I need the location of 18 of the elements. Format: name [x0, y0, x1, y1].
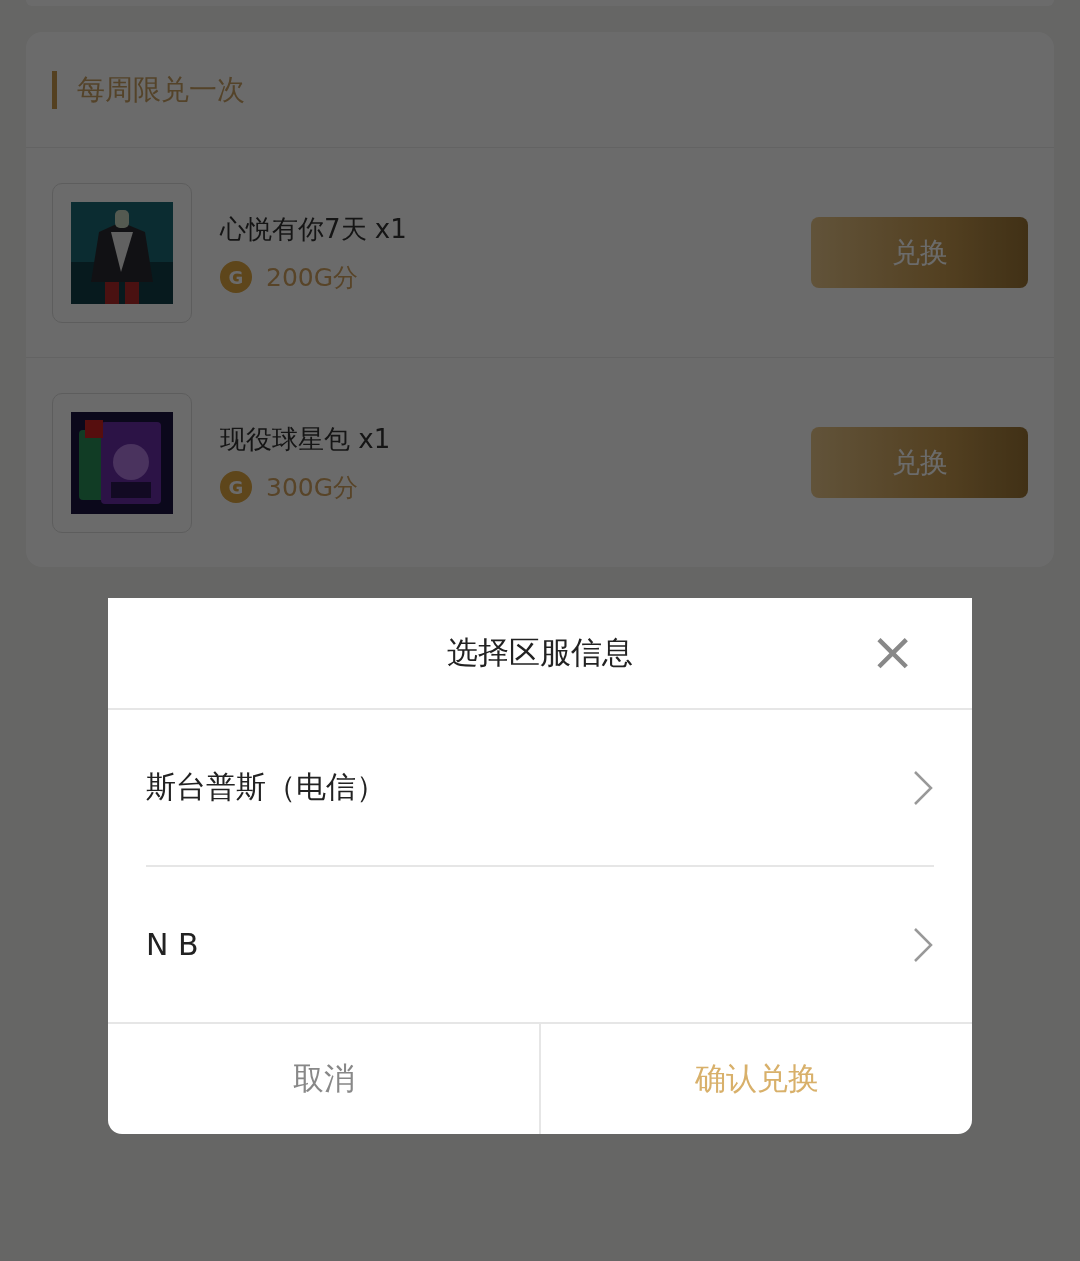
chevron-icon	[912, 769, 934, 806]
server-option[interactable]: 斯台普斯（电信）	[146, 710, 934, 867]
section-title: 每周限兑一次	[77, 71, 245, 108]
confirm-button[interactable]: 确认兑换	[541, 1024, 972, 1134]
dialog-title: 选择区服信息	[447, 633, 633, 672]
cancel-button[interactable]: 取消	[108, 1024, 541, 1134]
chevron-icon	[912, 926, 934, 963]
product-price: 300G分	[266, 471, 359, 504]
coin-icon: G	[220, 471, 252, 503]
exchange-button[interactable]: 兑换	[811, 427, 1028, 498]
product-name: 现役球星包 x1	[220, 422, 392, 456]
coin-icon: G	[220, 261, 252, 293]
product-price: 200G分	[266, 261, 359, 294]
close-button[interactable]: ×	[870, 630, 914, 674]
title-marker	[52, 70, 57, 109]
server-option[interactable]: N B	[108, 867, 972, 1022]
exchange-button[interactable]: 兑换	[811, 217, 1028, 288]
product-name: 心悦有你7天 x1	[220, 212, 408, 246]
